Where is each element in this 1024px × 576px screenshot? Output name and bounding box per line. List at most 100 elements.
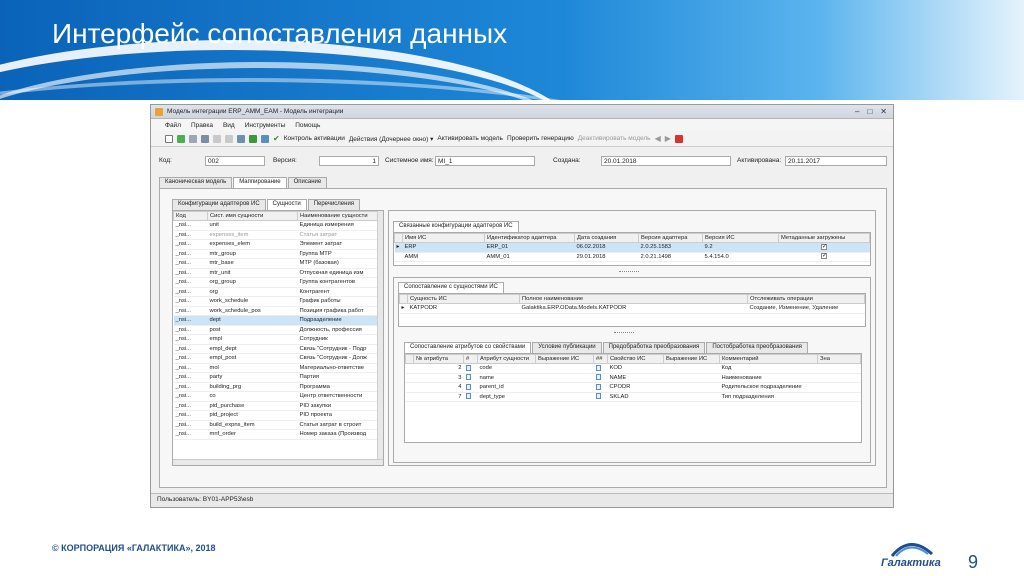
metadata-loaded-checkbox[interactable] — [821, 253, 827, 260]
header-blank — [394, 233, 403, 243]
table-row[interactable]: _nsi... mtr_group Группа МТР — [173, 249, 383, 259]
table-row[interactable]: _nsi... empl Сотрудник — [173, 334, 383, 345]
redo-icon[interactable] — [225, 134, 233, 143]
table-row[interactable]: _nsi... mnf_order Номер заказа (Производ — [173, 429, 383, 440]
table-row[interactable]: 4 parent_id CPODR Родительское подразделени… — [405, 382, 861, 393]
tab-entities[interactable]: Сущности — [266, 199, 307, 210]
menu-edit[interactable]: Правка — [191, 122, 213, 129]
tab-is-entities[interactable]: Сопоставление с сущностями ИС — [398, 282, 504, 293]
entities-vscroll[interactable] — [377, 211, 383, 461]
tab-canonical-model[interactable]: Каноническая модель — [159, 177, 233, 188]
tab-adapter-configs[interactable]: Конфигурации адаптеров ИС — [172, 199, 266, 210]
table-row[interactable]: _nsi... mol Материально-ответстве — [173, 363, 383, 373]
check-generation-button[interactable]: Проверить генерацию — [507, 135, 574, 142]
attribute-value — [817, 363, 861, 374]
row-marker — [405, 392, 414, 402]
table-row[interactable]: ▸ ERP ERP_01 06.02.2018 2.0.25.1583 9.2 — [394, 242, 870, 253]
menu-file[interactable]: Файл — [165, 122, 181, 129]
column-header: Выражение ИС — [535, 354, 594, 364]
table-row[interactable]: ▸ KATPODR Galaktika.ERP.OData.Models.KATPO… — [399, 303, 865, 314]
is-version: 5.4.154.0 — [702, 252, 779, 262]
entity-sysname: empl_dept — [207, 344, 298, 354]
delete-icon[interactable] — [674, 134, 683, 143]
version-field[interactable]: 1 — [319, 156, 379, 166]
minimize-button[interactable]: – — [855, 107, 859, 116]
tab-attribute-mapping[interactable]: Сопоставление атрибутов со свойствами — [404, 342, 532, 353]
table-row[interactable]: _nsi... dept Подразделение — [173, 315, 383, 326]
undo-icon[interactable] — [213, 134, 221, 143]
close-button[interactable]: ✕ — [880, 107, 887, 116]
tab-description[interactable]: Описание — [287, 177, 328, 188]
tab-mapping[interactable]: Маппирование — [233, 177, 287, 188]
code-label: Код: — [159, 157, 172, 164]
table-row[interactable]: _nsi... post Должность, профессия — [173, 325, 383, 335]
deactivate-model-button[interactable]: Деактивировать модель — [578, 135, 651, 142]
table-row[interactable]: _nsi... mtr_base МТР (базовая) — [173, 258, 383, 269]
table-row[interactable]: _nsi... unit Единица измерения — [173, 220, 383, 231]
menu-help[interactable]: Помощь — [295, 122, 320, 129]
table-row[interactable]: _nsi... org Контрагент — [173, 287, 383, 297]
table-row[interactable]: 3 name NAME Наименование — [405, 373, 861, 383]
is-expression-2 — [663, 382, 720, 393]
actions-dropdown[interactable]: Действия (Дочернее окно) ▾ — [349, 135, 434, 143]
table-row[interactable]: _nsi... building_prg Программа — [173, 382, 383, 392]
grid-icon[interactable] — [237, 134, 245, 143]
table-row[interactable]: _nsi... org_group Группа контрагентов — [173, 277, 383, 288]
back-icon[interactable]: ◀ — [655, 134, 661, 143]
table-row[interactable]: _nsi... expenses_item Статья затрат — [173, 230, 383, 240]
table-row[interactable]: _nsi... mtr_unit Отпускная единица изм — [173, 268, 383, 278]
sysname-field[interactable]: MI_1 — [435, 156, 535, 166]
entities-hscroll[interactable] — [173, 459, 383, 465]
table-row[interactable]: _nsi... build_expns_item Статья затрат в с… — [173, 420, 383, 430]
tab-postprocessing[interactable]: Постобработка преобразования — [706, 342, 808, 353]
is-expression-2 — [663, 373, 720, 383]
entity-sysname: mtr_unit — [207, 268, 298, 278]
table-row[interactable]: _nsi... pid_purchase PID закупки — [173, 401, 383, 411]
add-icon[interactable] — [177, 134, 185, 143]
code-field[interactable]: 002 — [205, 156, 265, 166]
save-icon[interactable] — [189, 134, 197, 143]
control-activation-button[interactable]: Контроль активации — [284, 135, 345, 142]
tab-linked-adapters[interactable]: Связанные конфигурации адаптеров ИС — [393, 221, 519, 232]
entity-code: _nsi... — [173, 258, 208, 269]
activated-field[interactable]: 20.11.2017 — [785, 156, 887, 166]
metadata-loaded-checkbox[interactable] — [821, 243, 827, 250]
table-row[interactable]: 2 code KOD Код — [405, 363, 861, 374]
table-row[interactable]: _nsi... empl_dept Связь "Сотрудник - Подр — [173, 344, 383, 354]
column-header: Выражение ИС — [663, 354, 720, 364]
is-entity-operations: Создание, Изменение, Удаление — [747, 303, 865, 314]
table-row[interactable]: _nsi... expenses_elem Элемент затрат — [173, 239, 383, 250]
entity-code: _nsi... — [173, 334, 208, 345]
file-icon — [595, 383, 601, 390]
activate-model-button[interactable]: Активировать модель — [437, 135, 503, 142]
tab-preprocessing[interactable]: Предобработка преобразования — [602, 342, 706, 353]
table-row[interactable]: _nsi... work_schedule_pos Позиция графика … — [173, 306, 383, 316]
splitter[interactable] — [619, 271, 639, 272]
created-field[interactable]: 20.01.2018 — [601, 156, 731, 166]
table-row[interactable]: _nsi... pid_project PID проекта — [173, 410, 383, 421]
page-number: 9 — [968, 552, 979, 572]
menu-tools[interactable]: Инструменты — [245, 122, 286, 129]
table-row[interactable]: _nsi... co Центр ответственности — [173, 391, 383, 402]
column-header: Комментарий — [719, 354, 818, 364]
sysname-label: Системное имя: — [385, 157, 434, 164]
header-row: Сущность ИС Полное наименование Отслеживат… — [399, 294, 865, 304]
save-all-icon[interactable] — [201, 134, 209, 143]
forward-icon[interactable]: ▶ — [665, 134, 671, 143]
refresh-icon[interactable] — [249, 134, 257, 143]
entity-sysname: mtr_base — [207, 258, 298, 269]
splitter[interactable] — [614, 332, 634, 333]
maximize-button[interactable]: □ — [867, 107, 872, 116]
table-row[interactable]: 7 dept_type SKLAD Тип подразделения — [405, 392, 861, 402]
table-row[interactable]: _nsi... work_schedule График работы — [173, 296, 383, 307]
column-header: Отслеживать операции — [747, 294, 865, 304]
new-icon[interactable] — [165, 134, 173, 143]
column-header: Сист. имя сущности — [207, 211, 298, 221]
tab-enumerations[interactable]: Перечисления — [307, 199, 361, 210]
table-row[interactable]: _nsi... empl_post Связь "Сотрудник - Долж — [173, 353, 383, 364]
list-icon[interactable] — [261, 134, 269, 143]
tab-publish-condition[interactable]: Условие публикации — [532, 342, 602, 353]
table-row[interactable]: _nsi... party Партия — [173, 372, 383, 383]
menu-view[interactable]: Вид — [223, 122, 235, 129]
table-row[interactable]: AMM AMM_01 29.01.2018 2.0.21.1498 5.4.154.0 — [394, 252, 870, 262]
